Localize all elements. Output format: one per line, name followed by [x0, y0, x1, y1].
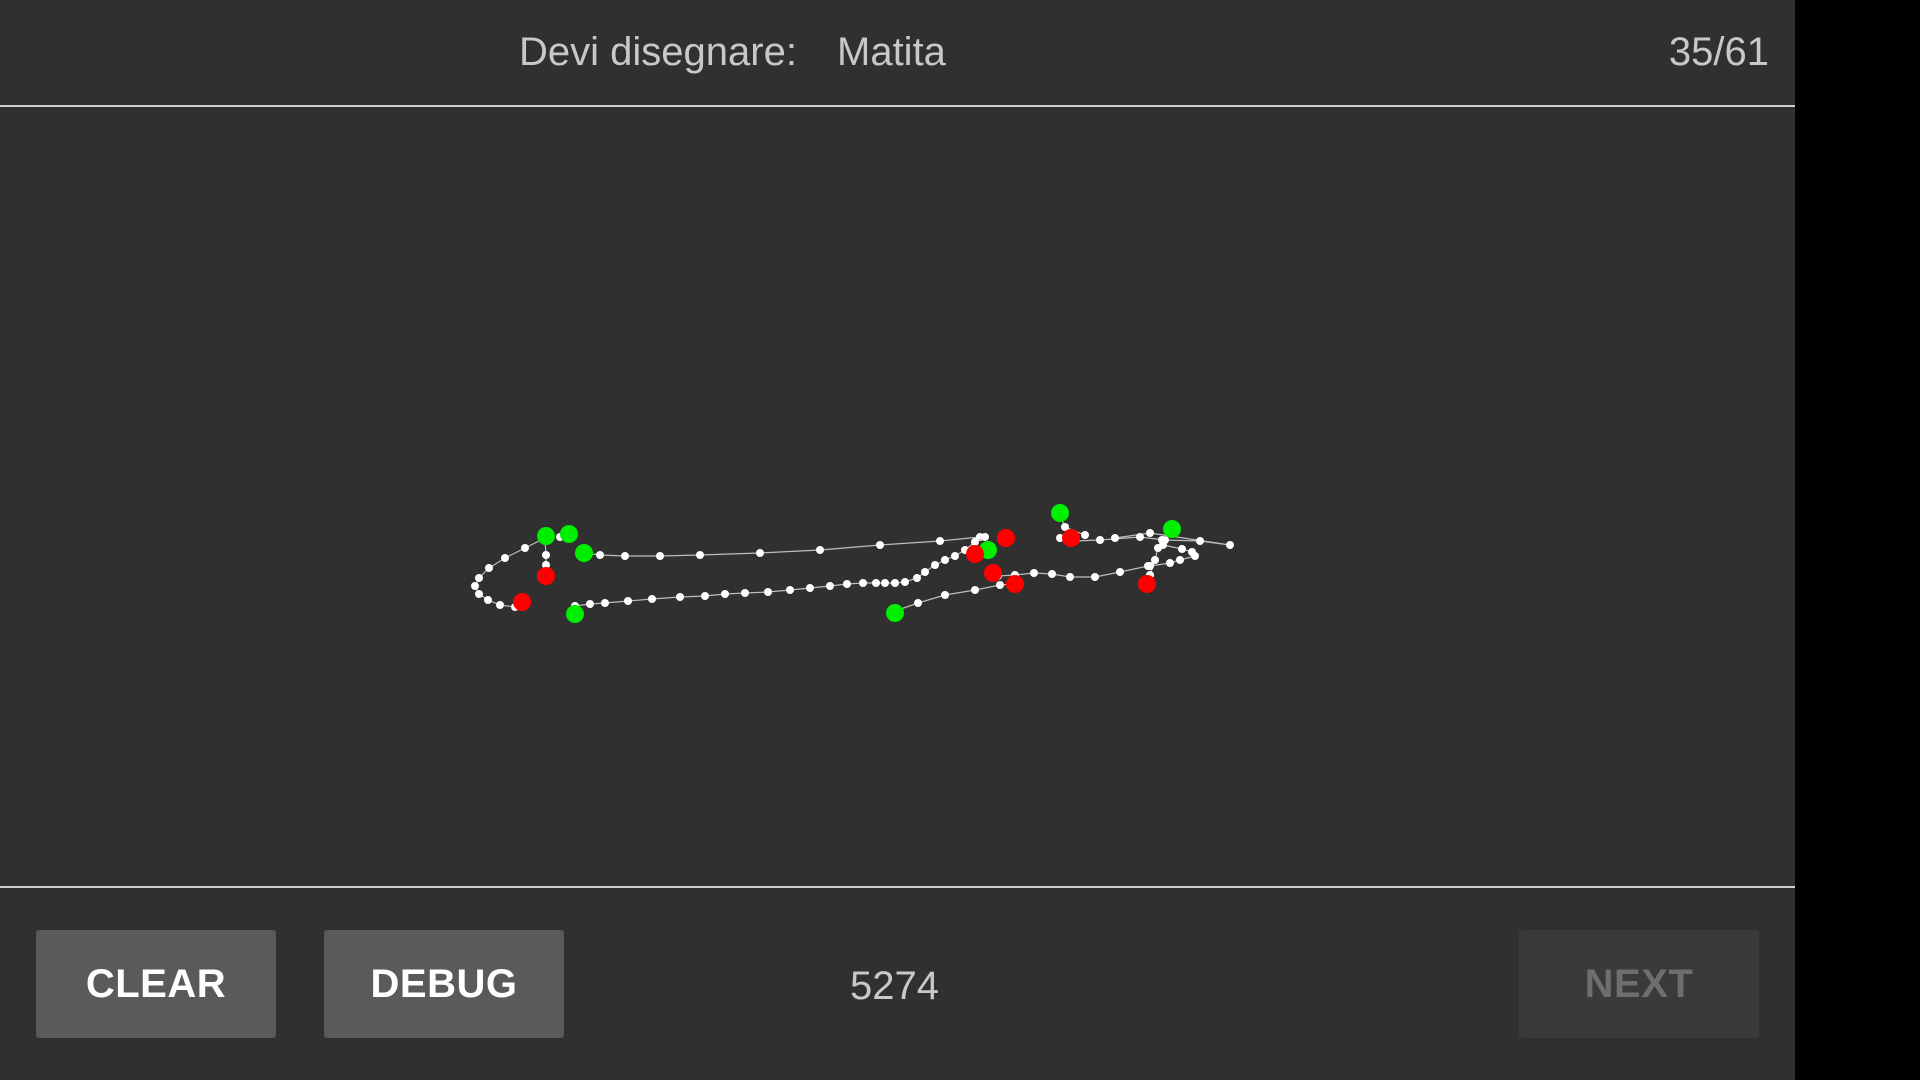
- stroke-line: [894, 583, 1016, 612]
- stroke-point: [941, 591, 949, 599]
- stroke-point: [1191, 552, 1199, 560]
- stroke-point: [971, 538, 979, 546]
- stroke-point: [1030, 569, 1038, 577]
- stroke-point: [721, 590, 729, 598]
- stroke-start-marker: [537, 527, 555, 545]
- stroke-point: [1116, 568, 1124, 576]
- stroke-point: [914, 599, 922, 607]
- score-counter: 5274: [850, 964, 939, 1008]
- stroke-point: [806, 584, 814, 592]
- stroke-point: [521, 544, 529, 552]
- stroke-point: [1048, 570, 1056, 578]
- stroke-point: [1081, 531, 1089, 539]
- stroke-point: [891, 579, 899, 587]
- stroke-point: [656, 552, 664, 560]
- stroke-end-marker: [984, 564, 1002, 582]
- stroke-point: [475, 590, 483, 598]
- stroke-start-marker: [1163, 520, 1181, 538]
- header-bar: Devi disegnare: Matita 35/61: [0, 0, 1795, 107]
- next-button[interactable]: NEXT: [1519, 930, 1759, 1038]
- stroke-point: [542, 551, 550, 559]
- stroke-end-marker: [966, 545, 984, 563]
- stroke-point: [676, 593, 684, 601]
- stroke-point: [756, 549, 764, 557]
- stroke-point: [931, 561, 939, 569]
- stroke-line: [583, 536, 981, 557]
- stroke-point: [1136, 533, 1144, 541]
- stroke-start-marker: [560, 525, 578, 543]
- stroke-point: [921, 568, 929, 576]
- stroke-point: [1226, 541, 1234, 549]
- drawing-app: Devi disegnare: Matita 35/61 CLEAR DEBUG…: [0, 0, 1795, 1080]
- stroke-point: [901, 578, 909, 586]
- prompt-word: Matita: [837, 30, 946, 74]
- stroke-point: [936, 537, 944, 545]
- stroke-point: [696, 551, 704, 559]
- stroke-point: [596, 551, 604, 559]
- stroke-point: [913, 574, 921, 582]
- stroke-start-marker: [1051, 504, 1069, 522]
- stroke-point: [621, 552, 629, 560]
- stroke-point: [1146, 529, 1154, 537]
- stroke-point: [876, 541, 884, 549]
- progress-counter: 35/61: [1668, 30, 1769, 74]
- stroke-point: [648, 595, 656, 603]
- stroke-point: [872, 579, 880, 587]
- stroke-point: [996, 581, 1004, 589]
- stroke-start-marker: [575, 544, 593, 562]
- stroke-point: [951, 552, 959, 560]
- stroke-point: [484, 596, 492, 604]
- clear-button[interactable]: CLEAR: [36, 930, 276, 1038]
- stroke-point: [1176, 556, 1184, 564]
- sketch-svg: [471, 504, 1234, 623]
- stroke-point: [586, 600, 594, 608]
- footer-bar: CLEAR DEBUG 5274 NEXT: [0, 888, 1795, 1080]
- stroke-point: [1111, 534, 1119, 542]
- stroke-point: [881, 579, 889, 587]
- drawing-canvas[interactable]: [0, 107, 1795, 888]
- stroke-point: [741, 589, 749, 597]
- stroke-end-marker: [997, 529, 1015, 547]
- stroke-point: [475, 574, 483, 582]
- stroke-line: [474, 537, 546, 608]
- stroke-point: [859, 579, 867, 587]
- stroke-point: [1196, 537, 1204, 545]
- stroke-point: [601, 599, 609, 607]
- stroke-point: [701, 592, 709, 600]
- stroke-point: [971, 586, 979, 594]
- stroke-point: [1096, 536, 1104, 544]
- stroke-point: [624, 597, 632, 605]
- stroke-point: [501, 554, 509, 562]
- stroke-point: [485, 564, 493, 572]
- stroke-point: [1178, 545, 1186, 553]
- stroke-point: [786, 586, 794, 594]
- stroke-point: [496, 601, 504, 609]
- stroke-start-marker: [886, 604, 904, 622]
- stroke-end-marker: [1006, 575, 1024, 593]
- stroke-point: [1144, 562, 1152, 570]
- debug-button[interactable]: DEBUG: [324, 930, 564, 1038]
- stroke-point: [1066, 573, 1074, 581]
- stroke-point: [1091, 573, 1099, 581]
- stroke-point: [826, 582, 834, 590]
- stroke-end-marker: [1138, 575, 1156, 593]
- stroke-end-marker: [1062, 529, 1080, 547]
- stroke-point: [764, 588, 772, 596]
- stroke-end-marker: [537, 567, 555, 585]
- stroke-point: [843, 580, 851, 588]
- stroke-point: [941, 556, 949, 564]
- prompt-label: Devi disegnare:: [519, 30, 797, 74]
- stroke-point: [816, 546, 824, 554]
- stroke-point: [1166, 559, 1174, 567]
- stroke-end-marker: [513, 593, 531, 611]
- stroke-point: [981, 533, 989, 541]
- stroke-start-marker: [566, 605, 584, 623]
- stroke-point: [471, 582, 479, 590]
- stroke-point: [1159, 541, 1167, 549]
